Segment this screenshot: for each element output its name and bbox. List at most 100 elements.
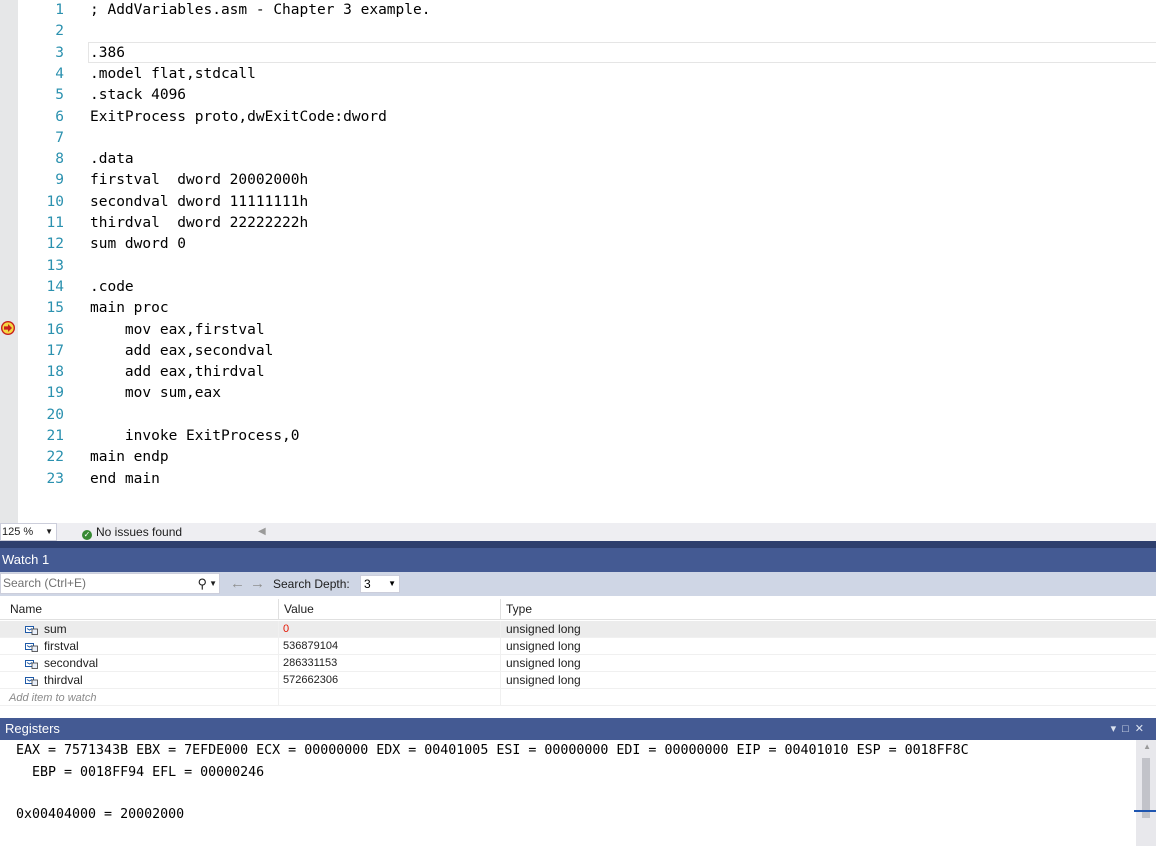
watch-name-cell[interactable]: firstval [0, 638, 279, 655]
line-number: 5 [55, 87, 64, 104]
line-number: 3 [55, 44, 64, 61]
search-depth-label: Search Depth: [273, 577, 350, 591]
line-number: 9 [55, 172, 64, 189]
line-number: 21 [46, 428, 64, 444]
add-watch-row[interactable]: Add item to watch [0, 689, 1156, 706]
add-item-placeholder: Add item to watch [9, 692, 97, 704]
column-header-value[interactable]: Value [279, 599, 501, 620]
code-line[interactable]: end main [90, 469, 160, 490]
line-number: 20 [46, 406, 64, 423]
empty-value-cell [279, 689, 501, 706]
line-number: 16 [46, 321, 64, 338]
code-line[interactable]: main endp [90, 447, 169, 468]
code-line[interactable]: main proc [90, 298, 169, 319]
watch-row[interactable]: secondval 286331153 unsigned long [0, 655, 1156, 672]
watch-row[interactable]: thirdval 572662306 unsigned long [0, 672, 1156, 689]
code-line[interactable]: firstval dword 20002000h [90, 170, 308, 191]
code-line[interactable]: sum dword 0 [90, 234, 186, 255]
editor-status-bar: 125 % ▼ ✓ No issues found ◀ [0, 523, 1156, 541]
registers-window-title[interactable]: Registers ▾□✕ [0, 718, 1156, 740]
watch-grid: Name Value Type sum 0 unsigned long firstva… [0, 596, 1156, 710]
scroll-left-icon[interactable]: ◀ [258, 523, 266, 541]
arrow-left-icon[interactable]: ← [230, 574, 245, 594]
window-splitter[interactable] [0, 541, 1156, 548]
window-controls: ▾□✕ [1111, 718, 1150, 740]
line-number: 12 [46, 236, 64, 253]
watch-search-input[interactable]: Search (Ctrl+E) ⚲ ▼ [0, 573, 220, 594]
line-number: 4 [55, 65, 64, 82]
watch-value[interactable]: 286331153 [279, 655, 501, 672]
scrollbar-thumb[interactable] [1142, 758, 1150, 818]
watch-name: secondval [44, 656, 99, 670]
line-number: 10 [46, 193, 64, 210]
line-number: 18 [46, 364, 64, 381]
watch-name-cell[interactable]: secondval [0, 655, 279, 672]
code-text-area[interactable]: ; AddVariables.asm - Chapter 3 example..… [88, 0, 1156, 523]
line-number: 6 [55, 108, 64, 125]
watch-row[interactable]: firstval 536879104 unsigned long [0, 638, 1156, 655]
code-line[interactable]: .code [90, 277, 134, 298]
scroll-position-marker [1134, 810, 1156, 812]
watch-value[interactable]: 536879104 [279, 638, 501, 655]
code-editor[interactable]: 1 2 3 4 5 6 7 8 9 10 11 12 13 14 15 16 17 18 19 20 21 22 23 ; … [0, 0, 1156, 523]
code-line[interactable]: invoke ExitProcess,0 [90, 426, 300, 447]
column-header-type[interactable]: Type [501, 599, 1156, 620]
registers-content[interactable]: EAX = 7571343B EBX = 7EFDE000 ECX = 0000… [0, 740, 1156, 846]
current-line-highlight [88, 42, 1156, 63]
scroll-up-icon[interactable]: ▲ [1143, 742, 1151, 751]
watch-name-cell[interactable]: thirdval [0, 672, 279, 689]
line-number: 13 [46, 257, 64, 274]
arrow-right-icon[interactable]: → [250, 574, 265, 594]
watch-name: firstval [44, 639, 79, 653]
line-number: 17 [46, 342, 64, 359]
close-icon[interactable]: ✕ [1135, 723, 1150, 735]
code-line[interactable]: mov eax,firstval [90, 320, 265, 341]
add-item-cell[interactable]: Add item to watch [0, 689, 279, 706]
line-number: 14 [46, 278, 64, 295]
line-number: 11 [46, 215, 64, 231]
code-line[interactable]: .model flat,stdcall [90, 64, 256, 85]
line-number: 19 [46, 385, 64, 402]
watch-grid-header: Name Value Type [0, 599, 1156, 620]
code-line[interactable]: add eax,thirdval [90, 362, 265, 383]
registers-line-2: EBP = 0018FF94 EFL = 00000246 [16, 764, 265, 780]
watch-row[interactable]: sum 0 unsigned long [0, 621, 1156, 638]
zoom-level-value: 125 % [2, 526, 34, 538]
chevron-down-icon[interactable]: ▼ [209, 574, 217, 593]
line-number: 23 [46, 470, 64, 487]
registers-scrollbar[interactable]: ▲ [1136, 740, 1156, 846]
watch-value[interactable]: 572662306 [279, 672, 501, 689]
variable-icon [25, 660, 38, 669]
code-line[interactable]: add eax,secondval [90, 341, 273, 362]
issues-text: No issues found [96, 525, 183, 539]
watch-value[interactable]: 0 [279, 621, 501, 638]
code-line[interactable]: thirdval dword 22222222h [90, 213, 308, 234]
watch-window-title[interactable]: Watch 1 [0, 548, 1156, 572]
issues-indicator[interactable]: ✓ No issues found [82, 523, 182, 541]
search-depth-select[interactable]: 3 ▼ [360, 575, 400, 593]
watch-name-cell[interactable]: sum [0, 621, 279, 638]
code-line[interactable]: .data [90, 149, 134, 170]
window-splitter[interactable] [0, 710, 1156, 718]
code-line[interactable]: .stack 4096 [90, 85, 186, 106]
line-number: 22 [46, 449, 64, 466]
editor-gutter[interactable] [0, 0, 18, 523]
code-line[interactable]: mov sum,eax [90, 383, 221, 404]
watch-toolbar: Search (Ctrl+E) ⚲ ▼ ← → Search Depth: 3 … [0, 572, 1156, 596]
code-line[interactable]: .386 [90, 43, 125, 64]
watch-type: unsigned long [506, 656, 581, 670]
zoom-level-dropdown[interactable]: 125 % ▼ [0, 523, 57, 541]
column-header-name[interactable]: Name [5, 599, 279, 620]
variable-icon [25, 677, 38, 686]
search-icon[interactable]: ⚲ [197, 574, 207, 593]
variable-icon [25, 626, 38, 635]
code-line[interactable]: secondval dword 11111111h [90, 192, 308, 213]
search-depth-value: 3 [364, 577, 371, 591]
line-number: 1 [55, 2, 64, 18]
code-line[interactable]: ExitProcess proto,dwExitCode:dword [90, 107, 387, 128]
dropdown-icon[interactable]: ▾ [1111, 723, 1123, 735]
line-number-margin: 1 2 3 4 5 6 7 8 9 10 11 12 13 14 15 16 17 18 19 20 21 22 23 [18, 0, 64, 523]
code-line[interactable]: ; AddVariables.asm - Chapter 3 example. [90, 0, 430, 21]
maximize-icon[interactable]: □ [1122, 723, 1135, 735]
watch-name: thirdval [44, 673, 83, 687]
